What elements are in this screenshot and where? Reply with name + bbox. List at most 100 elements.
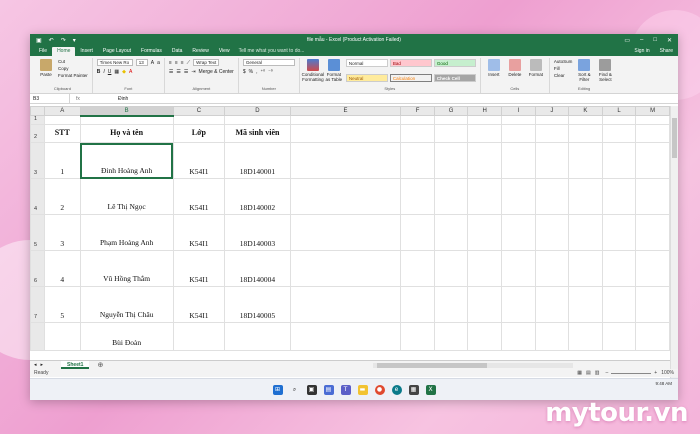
column-header[interactable]: K [568,106,603,116]
cell[interactable]: Đinh Hoàng Anh [79,142,174,179]
cell[interactable] [534,286,570,323]
cell[interactable]: 18D140002 [224,178,291,215]
tab-page-layout[interactable]: Page Layout [98,47,136,56]
column-header[interactable]: G [433,106,469,116]
cell[interactable] [534,124,570,143]
cell[interactable] [172,115,226,125]
zoom-in-icon[interactable]: + [654,370,657,376]
cell[interactable] [601,286,637,323]
cell[interactable]: Họ và tên [79,124,174,143]
align-left-icon[interactable]: ☰ [169,69,173,75]
edge-icon[interactable]: e [391,384,402,395]
cell[interactable] [635,214,670,251]
wrap-text-button[interactable]: Wrap Text [193,59,220,66]
cell[interactable] [43,322,81,351]
tab-view[interactable]: View [214,47,235,56]
row-header[interactable]: 7 [30,286,45,323]
align-center-icon[interactable]: ☰ [176,69,180,75]
column-header[interactable]: F [400,106,435,116]
grow-font-icon[interactable]: A [151,60,154,66]
cell[interactable] [467,214,502,251]
column-header[interactable]: C [172,106,226,116]
column-header[interactable]: E [289,106,402,116]
cell[interactable] [289,214,402,251]
align-top-icon[interactable]: ≡ [169,60,172,66]
align-bottom-icon[interactable]: ≡ [181,60,184,66]
cell[interactable] [289,142,402,179]
cell[interactable] [400,142,435,179]
search-icon[interactable]: ⌕ [290,385,300,395]
prev-sheet-icon[interactable]: ◂ [34,362,37,368]
tell-me-search[interactable]: Tell me what you want to do... [235,47,309,56]
cell[interactable] [433,214,469,251]
cell[interactable] [400,214,435,251]
maximize-icon[interactable]: □ [653,37,657,44]
view-page-break-icon[interactable]: ▥ [595,370,600,376]
excel-taskbar-icon[interactable]: X [425,384,436,395]
close-icon[interactable]: ✕ [667,37,672,44]
font-color-icon[interactable]: A [129,69,132,75]
cell[interactable] [467,286,502,323]
windows-start-icon[interactable]: ⊞ [272,384,283,395]
cell[interactable]: Vũ Hồng Thắm [79,250,174,287]
delete-cells-button[interactable]: Delete [506,59,524,86]
cell[interactable]: 18D140004 [224,250,291,287]
cell[interactable] [534,322,570,351]
cell[interactable] [467,322,502,351]
fx-icon[interactable]: fx [70,96,114,102]
cell[interactable] [467,178,502,215]
cell[interactable]: 3 [43,214,81,251]
redo-icon[interactable]: ↷ [61,37,66,44]
cell[interactable] [601,178,637,215]
cell[interactable]: Nguyễn Thị Châu [79,286,174,323]
align-middle-icon[interactable]: ≡ [175,60,178,66]
cell[interactable] [568,250,603,287]
cell[interactable] [568,322,603,351]
cell[interactable] [289,250,402,287]
fill-color-icon[interactable]: ◆ [122,69,126,75]
column-header[interactable]: I [501,106,536,116]
cell[interactable] [568,124,603,143]
cell[interactable] [400,115,435,125]
cell[interactable] [635,115,670,125]
cell[interactable] [43,115,81,125]
add-sheet-icon[interactable]: ⊕ [97,361,103,369]
row-header[interactable]: 1 [30,115,45,125]
cut-button[interactable]: Cut [58,59,88,64]
cell[interactable]: 2 [43,178,81,215]
cell[interactable] [568,214,603,251]
cell[interactable]: 4 [43,250,81,287]
cell[interactable] [467,115,502,125]
tab-insert[interactable]: Insert [75,47,98,56]
cell[interactable]: Mã sinh viên [224,124,291,143]
percent-button[interactable]: % [249,69,253,75]
clear-button[interactable]: Clear [554,73,573,78]
cell[interactable] [601,322,637,351]
vertical-scrollbar[interactable] [670,106,678,389]
view-page-layout-icon[interactable]: ▤ [586,370,591,376]
cell[interactable] [635,142,670,179]
font-size-select[interactable]: 13 [135,59,148,66]
cell[interactable] [433,124,469,143]
cell[interactable] [79,115,174,125]
style-neutral[interactable]: Neutral [345,73,388,82]
cell[interactable]: Lớp [172,124,226,143]
store-icon[interactable]: ▦ [408,384,419,395]
cell[interactable] [433,250,469,287]
customize-icon[interactable]: ▾ [73,37,76,44]
cell[interactable]: K54I1 [172,286,226,323]
comma-icon[interactable]: , [256,69,257,75]
borders-icon[interactable]: ▦ [114,69,119,75]
style-check-cell[interactable]: Check Cell [433,73,476,82]
cell[interactable] [172,322,226,351]
cell[interactable] [400,178,435,215]
cell[interactable] [534,115,570,125]
next-sheet-icon[interactable]: ▸ [41,362,44,368]
underline-button[interactable]: U [108,69,112,75]
cell[interactable] [568,178,603,215]
cell[interactable] [635,286,670,323]
row-header[interactable]: 4 [30,178,45,215]
file-explorer-icon[interactable]: ▬ [357,384,368,395]
row-header[interactable]: 2 [30,124,45,143]
tab-review[interactable]: Review [187,47,213,56]
